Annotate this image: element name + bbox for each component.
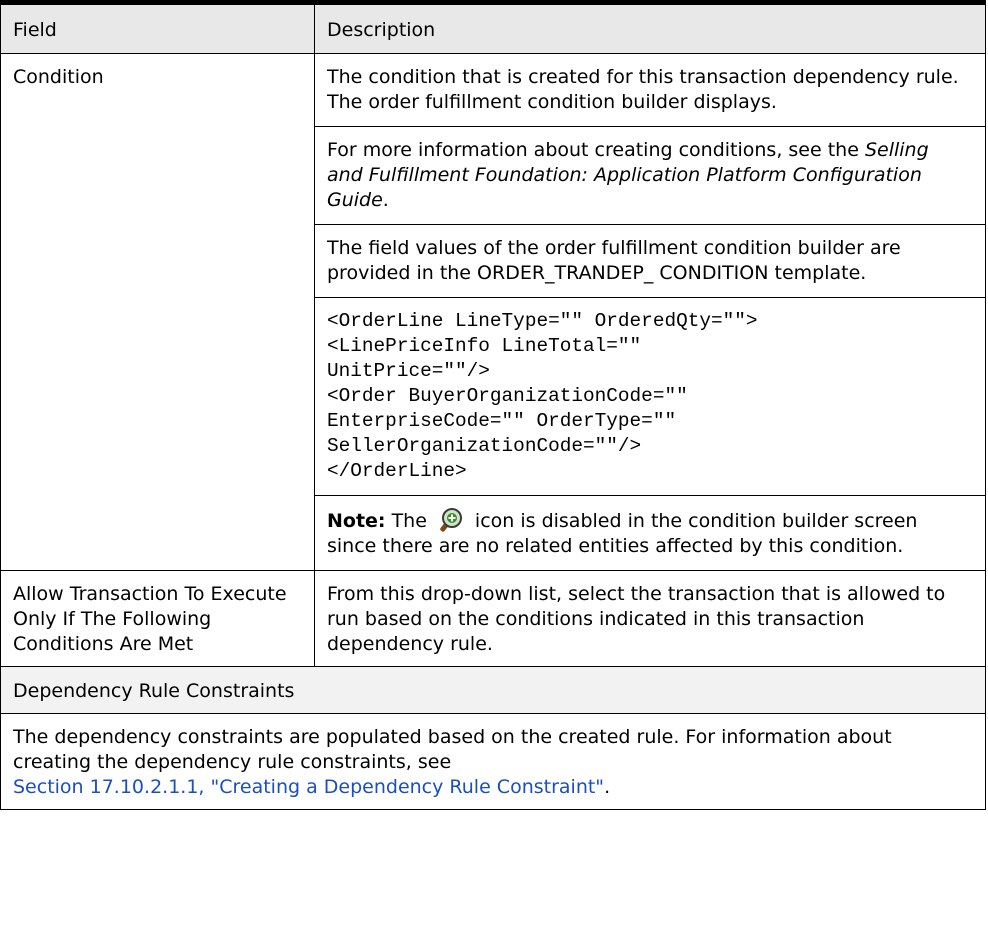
code-line: UnitPrice=""/>: [327, 360, 490, 382]
code-line: </OrderLine>: [327, 460, 467, 482]
paragraph-text: .: [382, 189, 389, 211]
code-line: <Order BuyerOrganizationCode="": [327, 385, 688, 407]
note-paragraph: Note: The icon is disabled in the conditi…: [315, 495, 985, 570]
table-header-row: Field Description: [0, 2, 986, 54]
table-row: Condition The condition that is created …: [0, 53, 986, 571]
code-sample: <OrderLine LineType="" OrderedQty=""> <L…: [315, 297, 985, 495]
code-line: <OrderLine LineType="" OrderedQty="">: [327, 310, 758, 332]
column-header-description: Description: [314, 2, 986, 54]
field-name-condition: Condition: [0, 53, 315, 571]
field-name-allow-transaction: Allow Transaction To Execute Only If The…: [0, 570, 315, 667]
section-header-row: Dependency Rule Constraints: [0, 666, 986, 714]
field-description-table: Field Description Condition The conditio…: [0, 0, 986, 810]
description-paragraph: The condition that is created for this t…: [327, 66, 959, 113]
magnifier-plus-icon: [437, 507, 465, 533]
table-row: Allow Transaction To Execute Only If The…: [0, 570, 986, 667]
paragraph-text: For more information about creating cond…: [327, 139, 865, 161]
section-body-row: The dependency constraints are populated…: [0, 713, 986, 810]
section-cross-reference-link[interactable]: Section 17.10.2.1.1, "Creating a Depende…: [13, 776, 604, 798]
description-paragraph: The field values of the order fulfillmen…: [315, 224, 985, 297]
section-title: Dependency Rule Constraints: [0, 666, 986, 714]
code-line: <LinePriceInfo LineTotal="": [327, 335, 642, 357]
description-paragraph: For more information about creating cond…: [315, 126, 985, 224]
note-text: The: [391, 510, 427, 532]
section-paragraph: The dependency constraints are populated…: [13, 726, 892, 773]
allow-transaction-description: From this drop-down list, select the tra…: [314, 570, 986, 667]
code-line: SellerOrganizationCode=""/>: [327, 435, 642, 457]
note-label: Note:: [327, 510, 386, 532]
column-header-field: Field: [0, 2, 315, 54]
link-suffix: .: [604, 776, 611, 798]
section-text: The dependency constraints are populated…: [0, 713, 986, 810]
condition-description: The condition that is created for this t…: [314, 53, 986, 571]
code-line: EnterpriseCode="" OrderType="": [327, 410, 677, 432]
